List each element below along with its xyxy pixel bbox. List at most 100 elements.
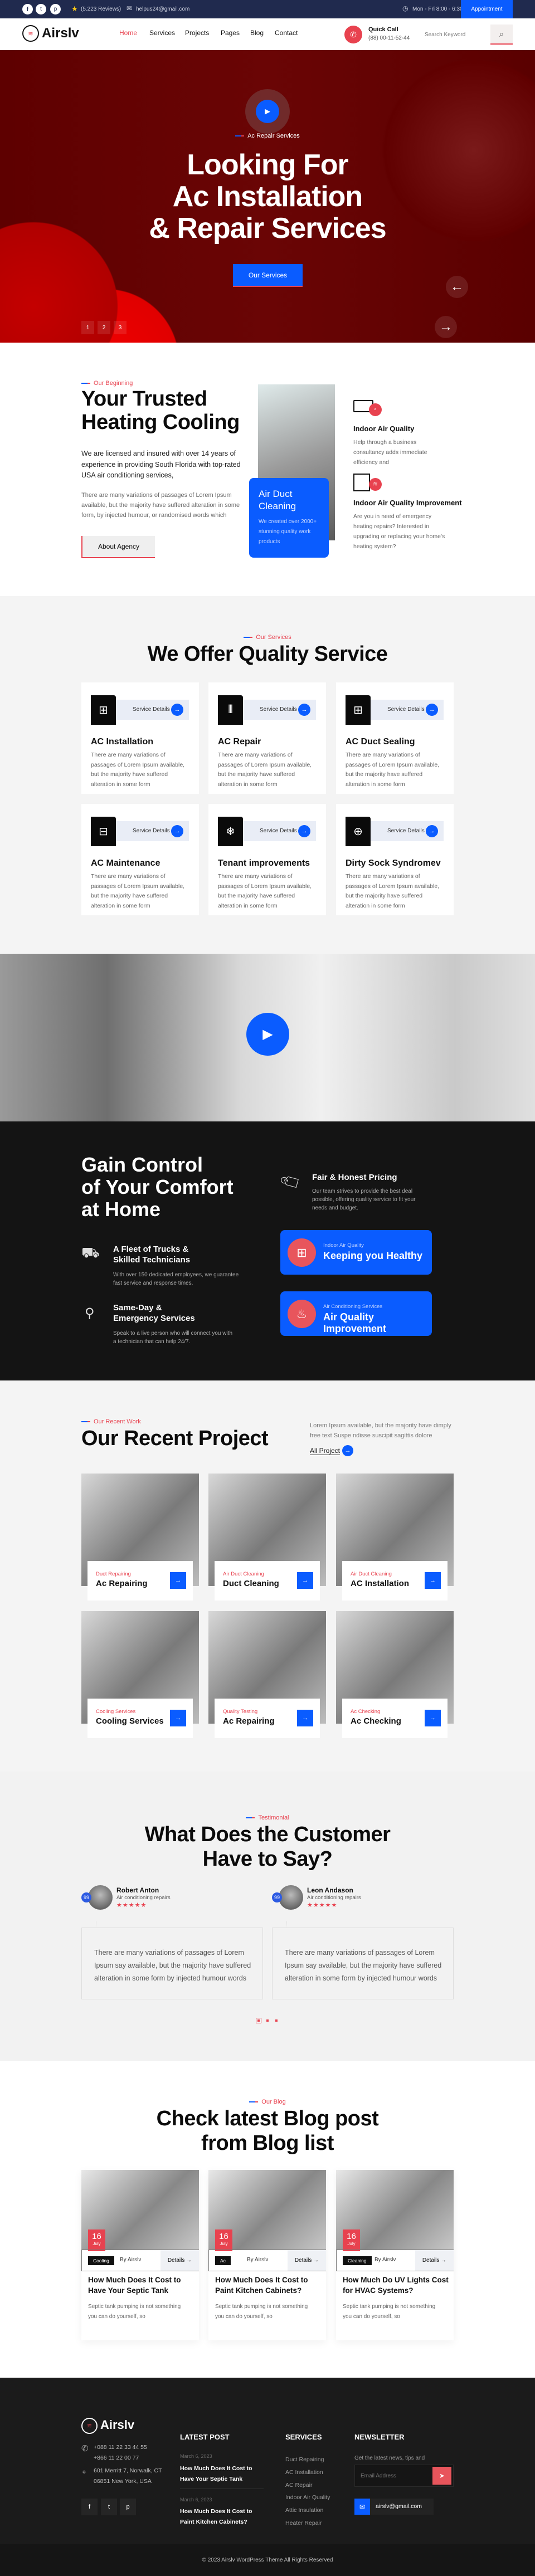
footer-phone-1[interactable]: +088 11 22 33 44 55: [94, 2444, 147, 2451]
arrow-right-icon[interactable]: →: [297, 1710, 313, 1726]
pricing-title: Fair & Honest Pricing: [312, 1173, 397, 1182]
dot[interactable]: [275, 2019, 278, 2022]
video-play-button[interactable]: ▶: [246, 1013, 289, 1056]
hero-play-button[interactable]: ▶: [245, 89, 290, 134]
testimonials-title: What Does the Customer Have to Say?: [0, 1822, 535, 1871]
footer-address-2: 06851 New York, USA: [94, 2478, 152, 2485]
project-category: Cooling Services: [96, 1709, 136, 1715]
footer-logo[interactable]: Airslv: [100, 2418, 134, 2432]
newsletter-send-button[interactable]: ➤: [432, 2467, 451, 2485]
blog-title[interactable]: How Much Do UV Lights Cost for HVAC Syst…: [343, 2275, 449, 2296]
blog-title[interactable]: How Much Does It Cost to Paint Kitchen C…: [215, 2275, 321, 2296]
blog-card[interactable]: 16 July Cleaning By Airslv Details → How Much…: [336, 2170, 454, 2340]
blog-tag[interactable]: Ac: [215, 2256, 231, 2265]
page-2[interactable]: 2: [98, 321, 110, 334]
footer-service-link[interactable]: Duct Repairing: [285, 2453, 330, 2466]
service-details-link[interactable]: Service Details →: [243, 700, 316, 720]
arrow-right-icon[interactable]: →: [425, 1572, 441, 1589]
dot[interactable]: [266, 2019, 269, 2022]
all-project-link[interactable]: All Project: [310, 1447, 341, 1455]
dot-active[interactable]: [256, 2018, 261, 2023]
testimonial-text: There are many variations of passages of…: [94, 1949, 251, 1982]
quick-call-number[interactable]: (88) 00-11-52-44: [368, 35, 410, 41]
blog-tag[interactable]: Cooling: [88, 2256, 114, 2265]
phone-icon[interactable]: ✆: [344, 26, 362, 43]
arrow-right-icon[interactable]: →: [171, 825, 183, 837]
logo[interactable]: Airslv: [42, 26, 79, 41]
testimonials-title-line: Have to Say?: [202, 1847, 333, 1871]
facebook-icon[interactable]: f: [22, 4, 33, 14]
project-card[interactable]: Air Duct Cleaning Duct Cleaning →: [208, 1474, 326, 1602]
keeping-healthy-box[interactable]: ⊞ Indoor Air Quality Keeping you Healthy: [280, 1230, 432, 1275]
footer-service-link[interactable]: Indoor Air Quality: [285, 2491, 330, 2504]
footer-service-link[interactable]: Attic Insulation: [285, 2504, 330, 2517]
appointment-label: Appointment: [471, 6, 503, 12]
arrow-right-icon[interactable]: →: [170, 1572, 186, 1589]
twitter-icon[interactable]: t: [36, 4, 46, 14]
about-title-line: Your Trusted: [81, 387, 207, 411]
nav-home[interactable]: Home: [119, 29, 137, 37]
arrow-right-icon[interactable]: →: [425, 1710, 441, 1726]
arrow-right-icon[interactable]: →: [298, 704, 310, 716]
arrow-right-icon[interactable]: →: [426, 825, 438, 837]
footer-service-link[interactable]: AC Installation: [285, 2466, 330, 2479]
footer-post-link[interactable]: How Much Does It Cost to Have Your Septi…: [180, 2463, 264, 2484]
project-card[interactable]: Air Duct Cleaning AC Installation →: [336, 1474, 454, 1602]
service-details-link[interactable]: Service Details →: [243, 821, 316, 841]
facebook-icon[interactable]: f: [81, 2499, 98, 2515]
project-card[interactable]: Ac Checking Ac Checking →: [336, 1611, 454, 1739]
appointment-button[interactable]: Appointment: [461, 0, 513, 18]
pinterest-icon[interactable]: p: [120, 2499, 136, 2515]
nav-services[interactable]: Services: [149, 29, 175, 37]
air-quality-box[interactable]: ♨ Air Conditioning Services Air Quality …: [280, 1291, 432, 1336]
nav-projects[interactable]: Projects: [185, 29, 209, 37]
arrow-right-icon[interactable]: →: [170, 1710, 186, 1726]
our-services-button[interactable]: Our Services: [233, 264, 303, 287]
reviewer-role: Air conditioning repairs: [307, 1895, 361, 1901]
about-agency-button[interactable]: About Agency: [81, 536, 155, 558]
blog-card[interactable]: 16 July Cooling By Airslv Details → How Much …: [81, 2170, 199, 2340]
footer-phone-2[interactable]: +866 11 22 00 77: [94, 2455, 139, 2461]
service-details-link[interactable]: Service Details →: [116, 821, 189, 841]
next-slide-button[interactable]: →: [435, 316, 457, 338]
arrow-right-icon[interactable]: →: [426, 704, 438, 716]
blog-tag[interactable]: Cleaning: [343, 2256, 372, 2265]
all-project-arrow[interactable]: →: [342, 1445, 353, 1456]
arrow-right-icon[interactable]: →: [171, 704, 183, 716]
blog-details-button[interactable]: Details →: [288, 2250, 326, 2271]
service-details-link[interactable]: Service Details →: [371, 700, 444, 720]
page-1[interactable]: 1: [81, 321, 94, 334]
service-title: AC Maintenance: [91, 858, 160, 868]
heater-icon: ♨: [288, 1300, 316, 1328]
pinterest-icon[interactable]: p: [50, 4, 61, 14]
quick-call-label: Quick Call: [368, 26, 398, 33]
emergency-text: Speak to a live person who will connect …: [113, 1330, 233, 1345]
arrow-right-icon[interactable]: →: [298, 825, 310, 837]
prev-slide-button[interactable]: ←: [446, 276, 468, 298]
project-card[interactable]: Cooling Services Cooling Services →: [81, 1611, 199, 1739]
search-icon: ⌕: [499, 29, 504, 39]
heater-icon: ⦀: [218, 695, 243, 725]
search-button[interactable]: ⌕: [490, 25, 513, 45]
hero-title: Looking For Ac Installation & Repair Ser…: [0, 149, 535, 245]
service-details-link[interactable]: Service Details →: [371, 821, 444, 841]
nav-contact[interactable]: Contact: [275, 29, 298, 37]
blog-card[interactable]: 16 July Ac By Airslv Details → How Much Does …: [208, 2170, 326, 2340]
project-card[interactable]: Duct Repairing Ac Repairing →: [81, 1474, 199, 1602]
blog-details-button[interactable]: Details →: [415, 2250, 454, 2271]
project-card[interactable]: Quality Testing Ac Repairing →: [208, 1611, 326, 1739]
page-3[interactable]: 3: [114, 321, 127, 334]
topbar-email[interactable]: helpus24@gmail.com: [136, 6, 189, 12]
blog-title[interactable]: How Much Does It Cost to Have Your Septi…: [88, 2275, 194, 2296]
blog-details-button[interactable]: Details →: [160, 2250, 199, 2271]
service-details-link[interactable]: Service Details →: [116, 700, 189, 720]
arrow-right-icon[interactable]: →: [297, 1572, 313, 1589]
nav-blog[interactable]: Blog: [250, 29, 264, 37]
twitter-icon[interactable]: t: [101, 2499, 117, 2515]
search-input[interactable]: [421, 25, 490, 45]
contact-email-box[interactable]: ✉ airslv@gmail.com: [354, 2499, 434, 2515]
footer-service-link[interactable]: AC Repair: [285, 2479, 330, 2492]
footer-service-link[interactable]: Heater Repair: [285, 2517, 330, 2530]
footer-post-link[interactable]: How Much Does It Cost to Paint Kitchen C…: [180, 2506, 264, 2527]
nav-pages[interactable]: Pages: [221, 29, 240, 37]
